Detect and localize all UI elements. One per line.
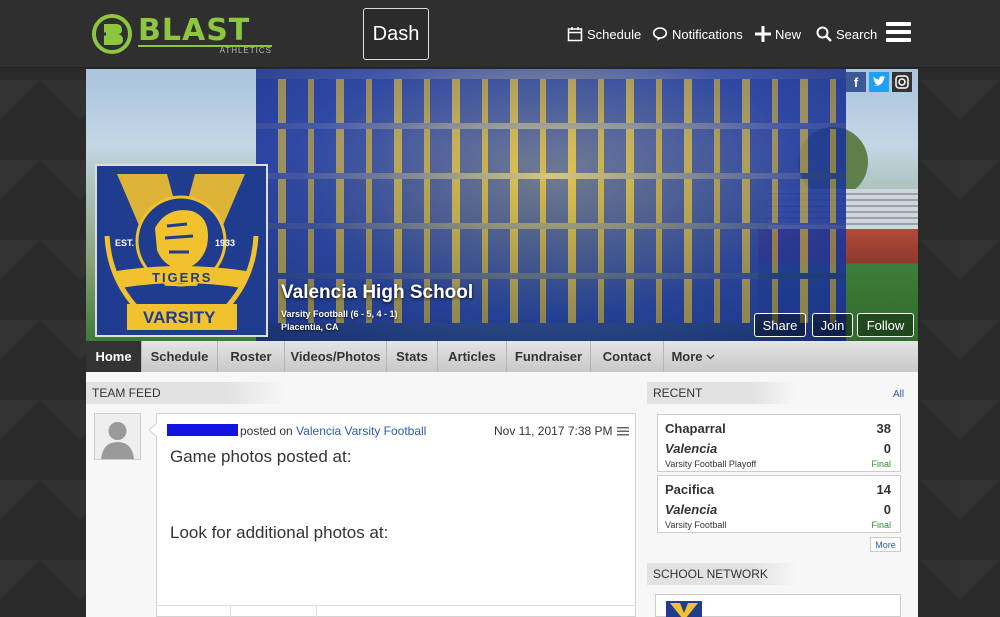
team-feed-heading: TEAM FEED [86, 382, 286, 404]
blast-logo[interactable]: BLAST ATHLETICS [92, 13, 277, 55]
game-home-team: Pacifica [665, 482, 715, 497]
plus-icon [755, 26, 771, 42]
facebook-icon[interactable]: f [846, 72, 866, 92]
school-logo-thumb-icon [666, 601, 702, 617]
game-away-team: Valencia [665, 441, 718, 456]
logo-year: 1933 [215, 238, 236, 248]
tab-schedule[interactable]: Schedule [142, 341, 218, 372]
game-status: Final [871, 520, 891, 530]
post-line-1: Game photos posted at: [170, 447, 352, 466]
tab-more[interactable]: More [664, 341, 722, 372]
join-button[interactable]: Join [812, 313, 853, 337]
nav-schedule-label: Schedule [587, 26, 642, 42]
redacted-author [167, 424, 238, 436]
post-date: Nov 11, 2017 7:38 PM [494, 424, 629, 438]
post-pointer [148, 423, 157, 437]
post-meta: posted on Valencia Varsity Football [240, 424, 426, 438]
post-line-2: Look for additional photos at: [170, 523, 389, 542]
tab-stats[interactable]: Stats [387, 341, 438, 372]
nav-notifications[interactable]: Notifications [652, 22, 743, 46]
feed-post [156, 413, 636, 617]
bubble-icon [652, 27, 668, 41]
logo-est: EST. [115, 238, 135, 248]
post-date-text: Nov 11, 2017 7:38 PM [494, 424, 613, 438]
team-link[interactable]: Valencia Varsity Football [296, 424, 426, 438]
user-silhouette-icon [95, 414, 140, 459]
game-home-score: 14 [876, 482, 891, 497]
team-tabs: Home Schedule Roster Videos/Photos Stats… [86, 341, 918, 372]
nav-search[interactable]: Search [816, 22, 877, 46]
dash-button[interactable]: Dash [363, 8, 429, 60]
tab-more-label: More [671, 349, 703, 364]
nav-notifications-label: Notifications [672, 26, 743, 42]
posted-on-text: posted on [240, 424, 293, 438]
team-logo: EST. 1933 TIGERS VARSITY [95, 164, 268, 337]
logo-wordmark: BLAST [138, 13, 251, 48]
tab-videos-photos[interactable]: Videos/Photos [285, 341, 387, 372]
team-record: Varsity Football (6 - 5, 4 - 1) [281, 309, 398, 319]
tab-fundraiser[interactable]: Fundraiser [507, 341, 591, 372]
tab-contact[interactable]: Contact [591, 341, 664, 372]
post-footer [156, 605, 636, 617]
nav-new[interactable]: New [755, 22, 801, 46]
school-name: Valencia High School [281, 282, 474, 303]
game-home-team: Chaparral [665, 421, 726, 436]
game-status: Final [871, 459, 891, 469]
nav-search-label: Search [836, 26, 878, 42]
tab-articles[interactable]: Articles [438, 341, 507, 372]
game-card[interactable]: Pacifica 14 Valencia 0 Varsity Football … [657, 475, 901, 533]
game-away-team: Valencia [665, 502, 718, 517]
logo-tigers: TIGERS [152, 270, 213, 285]
top-navbar: BLAST ATHLETICS Dash Schedule Notificati… [0, 0, 1000, 68]
blast-logo-icon [92, 14, 132, 54]
game-card[interactable]: Chaparral 38 Valencia 0 Varsity Football… [657, 414, 901, 472]
poster-avatar [94, 413, 141, 460]
follow-button[interactable]: Follow [857, 313, 914, 337]
chevron-down-icon [706, 354, 714, 359]
hamburger-menu-icon[interactable] [886, 22, 911, 44]
recent-all-link[interactable]: All [893, 389, 904, 400]
recent-heading: RECENT [647, 382, 797, 404]
twitter-icon[interactable] [869, 72, 889, 92]
game-away-score: 0 [883, 502, 891, 517]
more-games-button[interactable]: More [870, 537, 901, 552]
game-away-score: 0 [883, 441, 891, 456]
calendar-icon [567, 27, 583, 42]
nav-schedule[interactable]: Schedule [567, 22, 641, 46]
logo-subtitle: ATHLETICS [138, 45, 272, 55]
logo-varsity: VARSITY [143, 308, 216, 327]
school-network-card[interactable] [655, 594, 901, 617]
instagram-icon[interactable] [892, 72, 912, 92]
game-home-score: 38 [876, 421, 891, 436]
social-links: f [846, 72, 912, 92]
game-subtitle: Varsity Football [665, 520, 727, 530]
school-location: Placentia, CA [281, 322, 339, 332]
post-menu-icon[interactable] [616, 426, 629, 436]
tab-roster[interactable]: Roster [218, 341, 285, 372]
tab-home[interactable]: Home [86, 341, 142, 372]
game-subtitle: Varsity Football Playoff [665, 459, 757, 469]
school-network-heading: SCHOOL NETWORK [647, 563, 797, 585]
search-icon [816, 26, 832, 42]
nav-new-label: New [775, 26, 802, 42]
share-button[interactable]: Share [754, 313, 806, 337]
